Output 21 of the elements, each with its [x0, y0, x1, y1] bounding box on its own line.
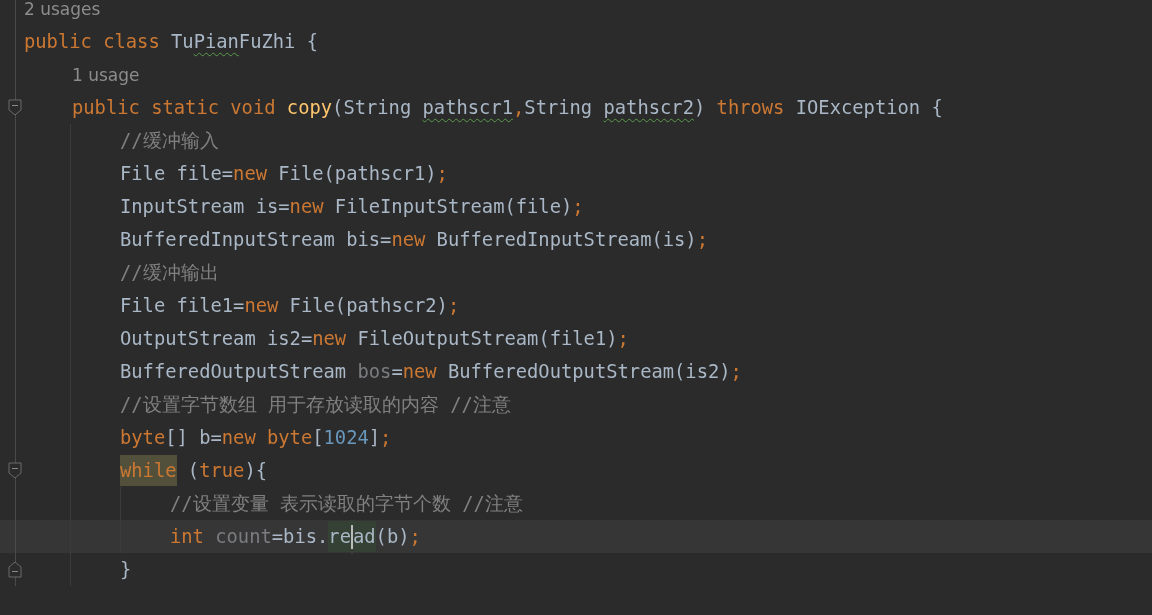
code-line: //设置变量 表示读取的字节个数 //注意 [170, 491, 523, 516]
code-line: public static void copy(String pathscr1,String pathscr2) throws IOException { [72, 96, 943, 120]
fold-icon[interactable] [8, 561, 22, 578]
code-line: InputStream is=new FileInputStream(file); [120, 195, 584, 219]
code-line: public class TuPian FuZhi { [24, 30, 318, 54]
code-line: File file=new File(pathscr1); [120, 162, 448, 186]
fold-icon[interactable] [8, 462, 22, 479]
code-line: //缓冲输出 [120, 260, 219, 285]
code-line: } [120, 558, 132, 582]
fold-icon[interactable] [8, 99, 22, 116]
code-line: //设置字节数组 用于存放读取的内容 //注意 [120, 392, 511, 417]
code-line: BufferedOutputStream bos=new BufferedOutputStream(is2); [120, 360, 742, 384]
code-line: File file1=new File(pathscr2); [120, 294, 460, 318]
code-line: OutputStream is2=new FileOutputStream(file1); [120, 327, 629, 351]
usage-hint[interactable]: 1 usage [72, 58, 140, 91]
usage-hint[interactable]: 2 usages [24, 0, 101, 25]
code-line: //缓冲输入 [120, 128, 219, 153]
code-line: int count=bis.re ad(b); [170, 520, 421, 553]
code-line: BufferedInputStream bis=new BufferedInputStream(is); [120, 228, 708, 252]
code-line: while (true){ [120, 454, 268, 487]
code-line: byte[] b=new byte[1024]; [120, 426, 392, 450]
